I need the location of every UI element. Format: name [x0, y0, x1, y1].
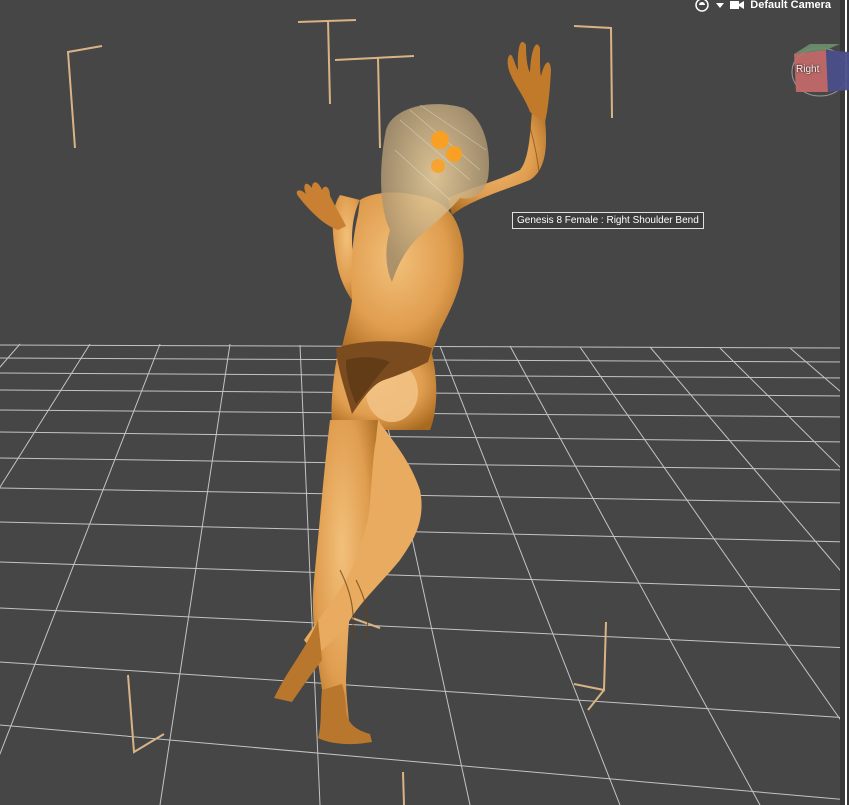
genesis-8-female-figure[interactable]: [274, 41, 551, 745]
view-cube[interactable]: Right: [790, 40, 849, 100]
render-sphere-icon[interactable]: [694, 0, 710, 13]
camera-icon: [730, 0, 745, 11]
view-cube-face-label[interactable]: Right: [796, 64, 819, 75]
3d-viewport[interactable]: Default Camera Right Genesis 8 Female : …: [0, 0, 849, 805]
camera-label[interactable]: Default Camera: [750, 0, 831, 11]
selection-tooltip: Genesis 8 Female : Right Shoulder Bend: [512, 212, 704, 229]
viewport-border: [840, 0, 849, 805]
dropdown-arrow-icon[interactable]: [716, 1, 725, 9]
camera-selector[interactable]: Default Camera: [694, 0, 831, 14]
scene-canvas[interactable]: [0, 0, 849, 805]
